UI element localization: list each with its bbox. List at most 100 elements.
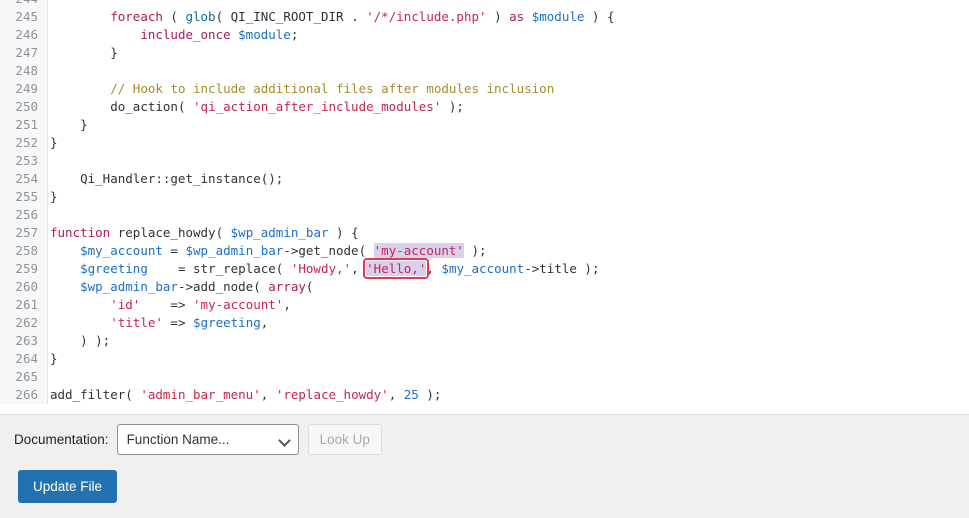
- code-line[interactable]: 244: [0, 0, 969, 8]
- code-token: $wp_admin_bar: [230, 225, 329, 240]
- code-line-text: }: [50, 134, 58, 152]
- highlighted-token-box[interactable]: 'Hello,': [363, 258, 430, 279]
- code-token: 'replace_howdy': [275, 387, 389, 402]
- code-token: );: [418, 387, 442, 402]
- line-number: 256: [0, 206, 48, 224]
- code-line-text: }: [50, 188, 58, 206]
- code-line[interactable]: 256: [0, 206, 969, 224]
- code-line[interactable]: 250 do_action( 'qi_action_after_include_…: [0, 98, 969, 116]
- code-token: =>: [140, 297, 194, 312]
- code-token: // Hook to include additional files afte…: [110, 81, 555, 96]
- line-number: 264: [0, 350, 48, 368]
- line-number: 247: [0, 44, 48, 62]
- code-token: $greeting: [80, 261, 148, 276]
- code-line[interactable]: 266 add_filter( 'admin_bar_menu', 'replac…: [0, 386, 969, 404]
- code-token: ->title: [524, 261, 577, 276]
- code-line[interactable]: 261 'id' => 'my-account',: [0, 296, 969, 314]
- code-line-text: }: [50, 350, 58, 368]
- documentation-label: Documentation:: [14, 431, 109, 447]
- line-number: 258: [0, 242, 48, 260]
- code-token: '/*/include.php': [366, 9, 487, 24]
- code-token: );: [576, 261, 600, 276]
- code-token: as: [509, 9, 525, 24]
- line-number: 262: [0, 314, 48, 332]
- code-line[interactable]: 246 include_once $module;: [0, 26, 969, 44]
- code-token: ): [486, 9, 510, 24]
- code-line[interactable]: 258 $my_account = $wp_admin_bar->get_nod…: [0, 242, 969, 260]
- documentation-select[interactable]: Function Name...: [116, 424, 299, 455]
- line-number: 266: [0, 386, 48, 404]
- match-highlight-token[interactable]: 'my-account': [373, 243, 464, 258]
- code-line-text: add_filter( 'admin_bar_menu', 'replace_h…: [50, 386, 441, 404]
- code-token: (: [162, 9, 186, 24]
- line-number: 248: [0, 62, 48, 80]
- file-editor-page: 244245 foreach ( glob( QI_INC_ROOT_DIR .…: [0, 0, 969, 518]
- code-token: (: [215, 225, 231, 240]
- code-line-text: $greeting = str_replace( 'Howdy,', 'Hell…: [50, 258, 600, 279]
- code-token: }: [50, 351, 58, 366]
- code-token: $greeting: [193, 315, 261, 330]
- code-line[interactable]: 265: [0, 368, 969, 386]
- code-line-text: }: [50, 44, 118, 62]
- code-token: ->add_node(: [177, 279, 269, 294]
- code-token: ->get_node(: [283, 243, 374, 258]
- code-line-text: do_action( 'qi_action_after_include_modu…: [50, 98, 464, 116]
- look-up-button[interactable]: Look Up: [307, 424, 382, 455]
- code-line[interactable]: 260 $wp_admin_bar->add_node( array(: [0, 278, 969, 296]
- code-line[interactable]: 253: [0, 152, 969, 170]
- code-token: $module: [531, 9, 585, 24]
- code-line[interactable]: 255}: [0, 188, 969, 206]
- code-token: =: [147, 261, 193, 276]
- code-token: );: [441, 99, 464, 114]
- code-token: ) {: [584, 9, 615, 24]
- code-line-text: include_once $module;: [50, 26, 298, 44]
- code-editor[interactable]: 244245 foreach ( glob( QI_INC_ROOT_DIR .…: [0, 0, 969, 415]
- code-line[interactable]: 259 $greeting = str_replace( 'Howdy,', '…: [0, 258, 969, 279]
- code-token: ,: [283, 297, 291, 312]
- code-token: $module: [238, 27, 291, 42]
- code-line[interactable]: 264}: [0, 350, 969, 368]
- code-line-text: $wp_admin_bar->add_node( array(: [50, 278, 313, 296]
- code-token: $wp_admin_bar: [185, 243, 284, 258]
- code-line[interactable]: 249 // Hook to include additional files …: [0, 80, 969, 98]
- code-editor-content[interactable]: 244245 foreach ( glob( QI_INC_ROOT_DIR .…: [0, 0, 969, 404]
- code-token: QI_INC_ROOT_DIR: [230, 9, 344, 24]
- code-token: $my_account: [441, 261, 525, 276]
- code-line[interactable]: 257 function replace_howdy( $wp_admin_bar…: [0, 224, 969, 242]
- code-token: 'admin_bar_menu': [140, 387, 261, 402]
- code-line-text: Qi_Handler::get_instance();: [50, 170, 283, 188]
- update-file-button[interactable]: Update File: [18, 470, 118, 503]
- code-token: 25: [403, 387, 419, 402]
- documentation-select-value: Function Name...: [126, 432, 230, 447]
- code-token: array: [268, 279, 306, 294]
- code-line-text: foreach ( glob( QI_INC_ROOT_DIR . '/*/in…: [50, 8, 615, 26]
- code-token: ,: [388, 387, 404, 402]
- code-line[interactable]: 248: [0, 62, 969, 80]
- code-token: ,: [426, 261, 442, 276]
- code-token: do_action: [110, 99, 178, 114]
- code-line[interactable]: 262 'title' => $greeting,: [0, 314, 969, 332]
- documentation-row: Documentation: Function Name... Look Up: [14, 424, 382, 455]
- line-number: 254: [0, 170, 48, 188]
- code-token: 'my-account': [193, 297, 284, 312]
- code-line[interactable]: 251 }: [0, 116, 969, 134]
- code-line[interactable]: 247 }: [0, 44, 969, 62]
- line-number: 246: [0, 26, 48, 44]
- code-line-text: $my_account = $wp_admin_bar->get_node( '…: [50, 242, 487, 260]
- code-line[interactable]: 252}: [0, 134, 969, 152]
- code-line[interactable]: 245 foreach ( glob( QI_INC_ROOT_DIR . '/…: [0, 8, 969, 26]
- code-token: Qi_Handler::get_instance();: [50, 171, 284, 186]
- code-token: $wp_admin_bar: [80, 279, 178, 294]
- code-line[interactable]: 263 ) );: [0, 332, 969, 350]
- code-token: }: [50, 45, 118, 60]
- code-token: replace_howdy: [117, 225, 216, 240]
- code-token: glob: [185, 9, 216, 24]
- code-line[interactable]: 254 Qi_Handler::get_instance();: [0, 170, 969, 188]
- code-token: 'id': [110, 297, 141, 312]
- code-token: 'title': [110, 315, 163, 330]
- code-token: (: [125, 387, 141, 402]
